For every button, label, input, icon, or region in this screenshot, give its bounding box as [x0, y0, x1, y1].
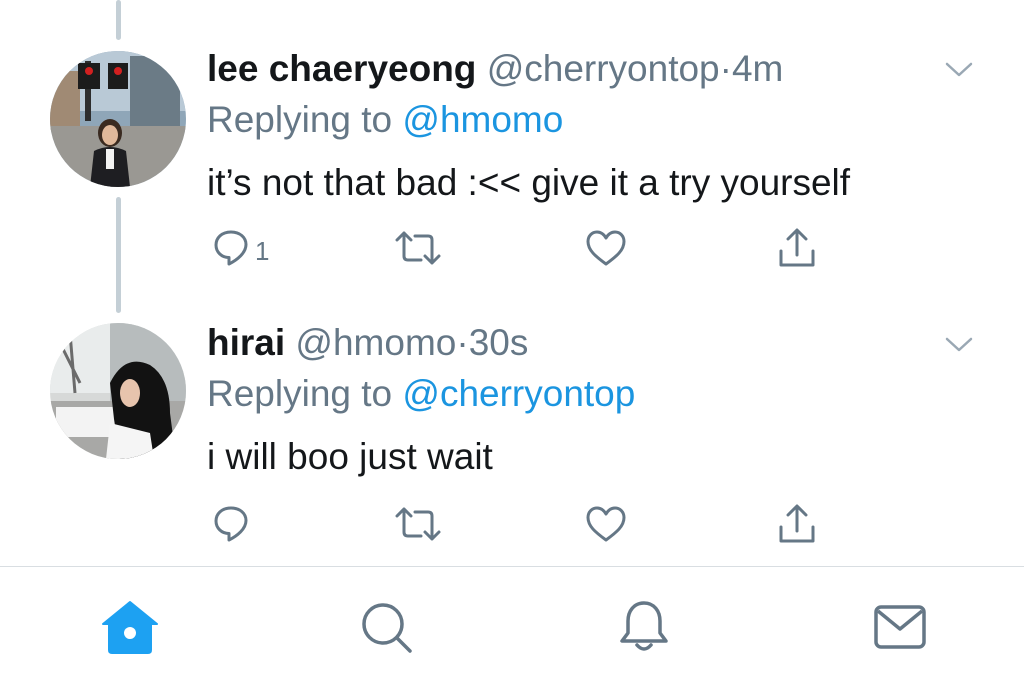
reply-button[interactable]: 1	[213, 226, 269, 270]
retweet-icon	[395, 507, 441, 541]
tweet-actions: 1	[207, 226, 827, 270]
retweet-icon	[395, 231, 441, 265]
tab-notifications[interactable]	[614, 597, 674, 657]
handle[interactable]: @cherryontop	[487, 48, 720, 89]
separator-dot: ·	[456, 322, 469, 363]
chevron-down-icon[interactable]	[944, 335, 974, 355]
replying-to-label: Replying to	[207, 373, 403, 414]
tweet-text: it’s not that bad :<< give it a try your…	[207, 162, 851, 203]
notifications-icon	[620, 601, 668, 651]
replying-to-mention[interactable]: @cherryontop	[402, 373, 635, 414]
reply-icon	[214, 506, 248, 542]
bottom-tab-bar	[0, 567, 1024, 688]
retweet-button[interactable]	[394, 502, 442, 546]
tab-search[interactable]	[356, 597, 416, 657]
share-button[interactable]	[777, 226, 817, 270]
replying-to: Replying to @cherryontop	[207, 371, 984, 417]
tweet-item[interactable]: hirai @hmomo·30s Replying to @cherryonto…	[0, 290, 1024, 566]
like-button[interactable]	[585, 502, 627, 546]
chevron-down-icon[interactable]	[944, 60, 974, 80]
tab-messages[interactable]	[870, 597, 930, 657]
reply-icon	[214, 230, 248, 266]
replying-to-label: Replying to	[207, 99, 403, 140]
tab-home[interactable]	[100, 597, 160, 657]
home-icon	[102, 601, 158, 654]
share-icon	[779, 504, 815, 543]
messages-icon	[874, 605, 926, 649]
tweet-header: hirai @hmomo·30s	[207, 320, 984, 366]
like-button[interactable]	[585, 226, 627, 270]
tweet-thread-screen: lee chaeryeong @cherryontop·4m Replying …	[0, 0, 1024, 688]
handle[interactable]: @hmomo	[295, 322, 456, 363]
tweet-text: i will boo just wait	[207, 436, 493, 477]
search-icon	[362, 603, 412, 653]
display-name[interactable]: hirai	[207, 322, 285, 363]
separator-dot: ·	[719, 48, 732, 89]
share-button[interactable]	[777, 502, 817, 546]
like-icon	[586, 230, 626, 266]
tweet-actions	[207, 502, 827, 546]
retweet-button[interactable]	[394, 226, 442, 270]
timestamp[interactable]: 4m	[732, 48, 783, 89]
tweet-body: lee chaeryeong @cherryontop·4m Replying …	[207, 46, 984, 206]
display-name[interactable]: lee chaeryeong	[207, 48, 476, 89]
replying-to-mention[interactable]: @hmomo	[402, 99, 563, 140]
timestamp[interactable]: 30s	[469, 322, 529, 363]
tweet-header: lee chaeryeong @cherryontop·4m	[207, 46, 984, 92]
like-icon	[586, 506, 626, 542]
reply-button[interactable]	[213, 502, 255, 546]
share-icon	[779, 228, 815, 267]
reply-count: 1	[255, 235, 270, 266]
avatar[interactable]	[50, 323, 186, 459]
avatar[interactable]	[50, 51, 186, 187]
replying-to: Replying to @hmomo	[207, 97, 984, 143]
tweet-body: hirai @hmomo·30s Replying to @cherryonto…	[207, 320, 984, 480]
tweet-item[interactable]: lee chaeryeong @cherryontop·4m Replying …	[0, 0, 1024, 290]
